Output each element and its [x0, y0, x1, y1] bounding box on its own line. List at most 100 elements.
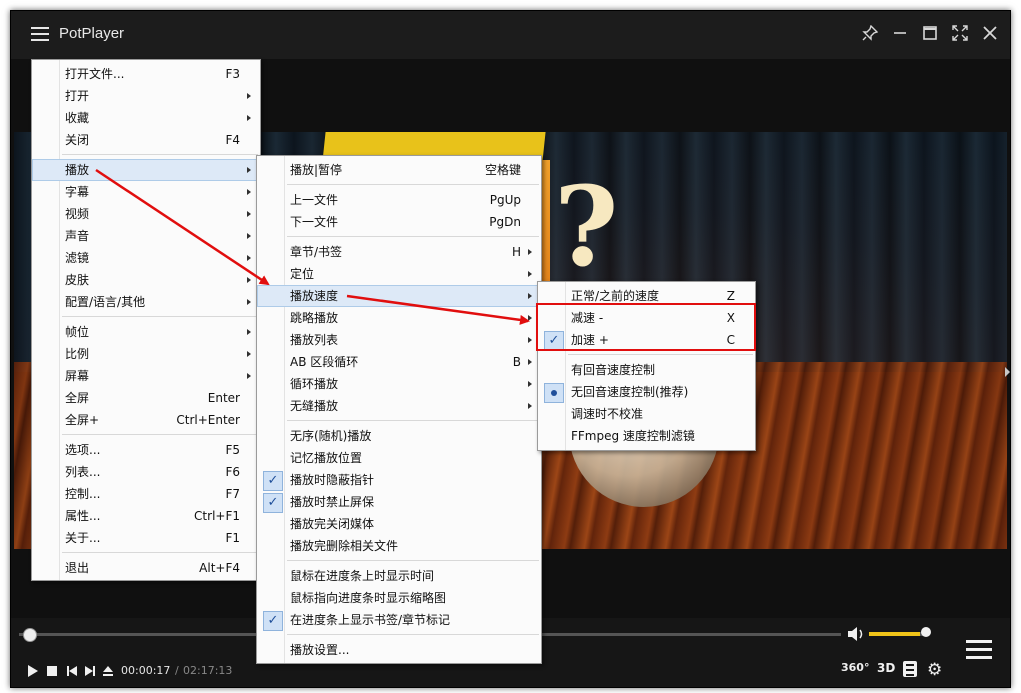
minimize-icon[interactable]: [890, 23, 910, 43]
menu-item-favorites[interactable]: 收藏: [32, 107, 260, 129]
menu-item-ffmpeg-filter[interactable]: FFmpeg 速度控制滤镜: [538, 425, 755, 447]
menu-item-shortcut: F6: [225, 465, 240, 479]
menu-item-playback-speed[interactable]: 播放速度: [257, 285, 541, 307]
fullscreen-icon[interactable]: [950, 23, 970, 43]
menu-item-label: 比例: [65, 347, 90, 361]
menu-item-ab-repeat[interactable]: AB 区段循环 B: [257, 351, 541, 373]
menu-item-no-calibrate[interactable]: 调速时不校准: [538, 403, 755, 425]
menu-separator: [287, 420, 539, 421]
menu-item-previous-file[interactable]: 上一文件 PgUp: [257, 189, 541, 211]
seek-handle[interactable]: [23, 628, 37, 642]
menu-item-shortcut: F1: [225, 531, 240, 545]
submenu-arrow-icon: [528, 249, 532, 255]
menu-item-control[interactable]: 控制... F7: [32, 483, 260, 505]
maximize-icon[interactable]: [920, 23, 940, 43]
menu-item-disable-screensaver[interactable]: ✓ 播放时禁止屏保: [257, 491, 541, 513]
menu-item-label: 播放速度: [290, 289, 339, 303]
play-icon[interactable]: [27, 664, 39, 678]
menu-item-next-file[interactable]: 下一文件 PgDn: [257, 211, 541, 233]
menu-item-ratio[interactable]: 比例: [32, 343, 260, 365]
previous-icon[interactable]: [67, 664, 77, 678]
menu-item-frame[interactable]: 帧位: [32, 321, 260, 343]
menu-item-label: 属性...: [65, 509, 101, 523]
menu-item-gapless[interactable]: 无缝播放: [257, 395, 541, 417]
submenu-arrow-icon: [528, 293, 532, 299]
menu-item-screen[interactable]: 屏幕: [32, 365, 260, 387]
volume-fill: [869, 632, 920, 636]
menu-item-shortcut: B: [512, 355, 521, 369]
volume-handle[interactable]: [921, 627, 931, 637]
video-question-mark: ?: [554, 162, 619, 291]
menu-item-playlist[interactable]: 播放列表: [257, 329, 541, 351]
menu-item-config[interactable]: 配置/语言/其他: [32, 291, 260, 313]
menu-item-skins[interactable]: 皮肤: [32, 269, 260, 291]
current-time: 00:00:17: [121, 664, 171, 677]
menu-item-no-echo-speed[interactable]: 无回音速度控制(推荐): [538, 381, 755, 403]
submenu-arrow-icon: [247, 167, 251, 173]
menu-item-shuffle[interactable]: 无序(随机)播放: [257, 425, 541, 447]
menu-item-shortcut: F4: [225, 133, 240, 147]
menu-item-label: 退出: [65, 561, 90, 575]
menu-item-play[interactable]: 播放: [32, 159, 260, 181]
menu-separator: [62, 434, 258, 435]
menu-item-open-file[interactable]: 打开文件... F3: [32, 63, 260, 85]
menu-item-fullscreen[interactable]: 全屏 Enter: [32, 387, 260, 409]
submenu-arrow-icon: [247, 233, 251, 239]
menu-separator: [287, 236, 539, 237]
menu-item-label: 记忆播放位置: [290, 451, 363, 465]
menu-item-skip-play[interactable]: 跳略播放: [257, 307, 541, 329]
radio-dot-icon: [544, 383, 564, 403]
submenu-arrow-icon: [247, 373, 251, 379]
volume-bar[interactable]: [869, 632, 929, 636]
menu-item-about[interactable]: 关于... F1: [32, 527, 260, 549]
menu-item-shortcut: PgDn: [489, 215, 521, 229]
menu-item-chapters[interactable]: 章节/书签 H: [257, 241, 541, 263]
playlist-icon[interactable]: [966, 640, 992, 662]
menu-item-remember-position[interactable]: 记忆播放位置: [257, 447, 541, 469]
menu-item-seek[interactable]: 定位: [257, 263, 541, 285]
menu-item-seekbar-time[interactable]: 鼠标在进度条上时显示时间: [257, 565, 541, 587]
menu-separator: [287, 634, 539, 635]
time-separator: /: [175, 664, 179, 677]
menu-item-properties[interactable]: 属性... Ctrl+F1: [32, 505, 260, 527]
volume-icon[interactable]: [847, 626, 865, 642]
menu-item-label: 无回音速度控制(推荐): [571, 385, 689, 399]
menu-item-playlist[interactable]: 列表... F6: [32, 461, 260, 483]
menu-icon[interactable]: [31, 27, 49, 41]
menu-item-filters[interactable]: 滤镜: [32, 247, 260, 269]
checkmark-icon: ✓: [263, 471, 283, 491]
next-icon[interactable]: [85, 664, 95, 678]
menu-separator: [287, 184, 539, 185]
menu-item-hide-cursor[interactable]: ✓ 播放时隐蔽指针: [257, 469, 541, 491]
menu-item-delete-after-play[interactable]: 播放完删除相关文件: [257, 535, 541, 557]
submenu-arrow-icon: [247, 115, 251, 121]
menu-item-exit[interactable]: 退出 Alt+F4: [32, 557, 260, 579]
stop-icon[interactable]: [47, 664, 57, 678]
checkmark-icon: ✓: [263, 493, 283, 513]
menu-item-label: 播放完删除相关文件: [290, 539, 399, 553]
main-menu: 打开文件... F3 打开 收藏 关闭 F4 播放 字幕 视频 声音 滤镜 皮肤 配…: [31, 59, 261, 581]
menu-item-seekbar-thumbnail[interactable]: 鼠标指向进度条时显示缩略图: [257, 587, 541, 609]
menu-item-seekbar-bookmarks[interactable]: ✓ 在进度条上显示书签/章节标记: [257, 609, 541, 631]
close-icon[interactable]: [980, 23, 1000, 43]
menu-item-echo-speed[interactable]: 有回音速度控制: [538, 359, 755, 381]
pin-icon[interactable]: [860, 23, 880, 43]
menu-item-close-after-play[interactable]: 播放完关闭媒体: [257, 513, 541, 535]
360-button[interactable]: 360°: [841, 661, 869, 674]
eject-icon[interactable]: [103, 664, 113, 678]
menu-item-loop[interactable]: 循环播放: [257, 373, 541, 395]
menu-item-close[interactable]: 关闭 F4: [32, 129, 260, 151]
menu-item-subtitles[interactable]: 字幕: [32, 181, 260, 203]
gear-icon[interactable]: ⚙: [927, 660, 942, 680]
3d-button[interactable]: 3D: [877, 661, 895, 675]
side-panel-arrow-icon[interactable]: [1005, 367, 1010, 377]
menu-item-options[interactable]: 选项... F5: [32, 439, 260, 461]
menu-item-fullscreen-plus[interactable]: 全屏+ Ctrl+Enter: [32, 409, 260, 431]
menu-item-play-pause[interactable]: 播放|暂停 空格键: [257, 159, 541, 181]
menu-item-label: 打开: [65, 89, 90, 103]
menu-item-open[interactable]: 打开: [32, 85, 260, 107]
menu-item-playback-settings[interactable]: 播放设置...: [257, 639, 541, 661]
menu-item-video[interactable]: 视频: [32, 203, 260, 225]
menu-item-audio[interactable]: 声音: [32, 225, 260, 247]
subtitle-icon[interactable]: [903, 661, 917, 677]
